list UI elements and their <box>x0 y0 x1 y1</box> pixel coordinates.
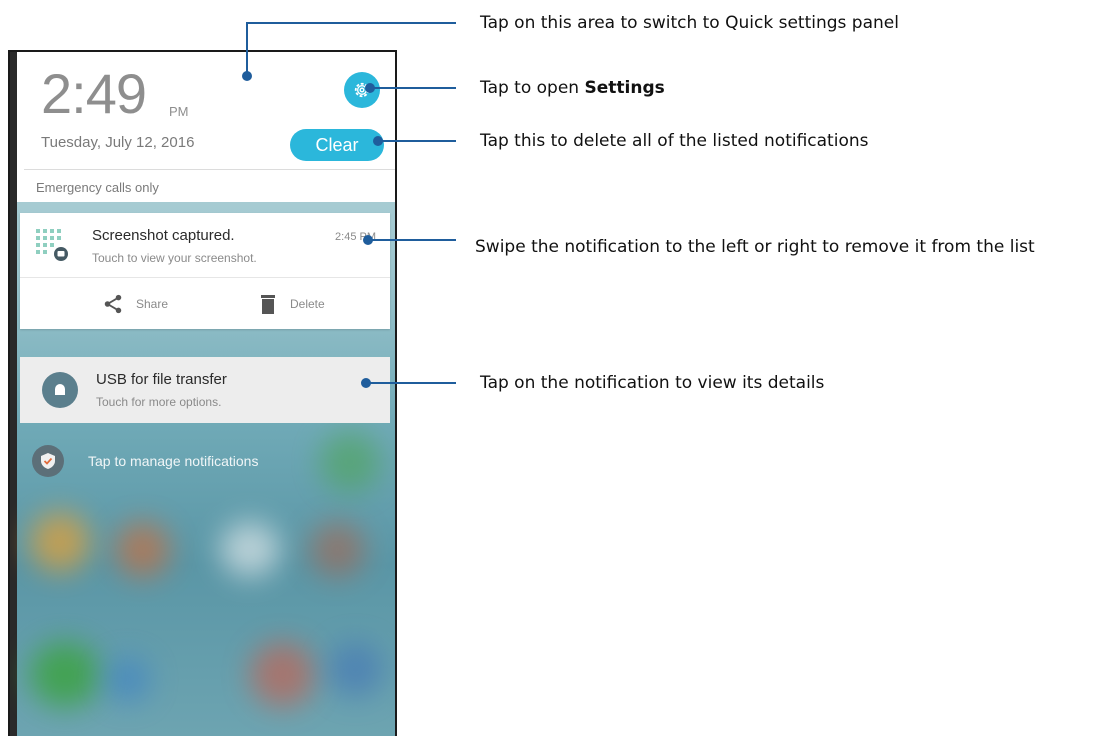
emergency-calls-label: Emergency calls only <box>24 169 395 202</box>
notification-title: USB for file transfer <box>96 371 227 388</box>
screenshot-thumbnail-icon <box>36 229 68 261</box>
usb-notification[interactable]: USB for file transfer Touch for more opt… <box>20 357 390 423</box>
phone-screen: 2:49 PM Tuesday, July 12, 2016 Clear Eme… <box>8 50 397 736</box>
callout-line <box>370 87 456 89</box>
delete-button[interactable]: Delete <box>258 289 325 319</box>
callout-dot <box>242 71 252 81</box>
share-label: Share <box>136 297 169 311</box>
blurred-app-icon <box>105 657 150 702</box>
clock-ampm: PM <box>169 104 189 119</box>
callout-dot <box>373 136 383 146</box>
divider <box>20 277 390 278</box>
clear-button[interactable]: Clear <box>290 129 384 161</box>
blurred-app-icon <box>115 522 170 577</box>
callout-dot <box>365 83 375 93</box>
blurred-app-icon <box>320 432 380 492</box>
blurred-app-icon <box>30 512 90 572</box>
callout-details: Tap on the notification to view its deta… <box>480 373 825 393</box>
callout-line <box>368 239 456 241</box>
callout-settings: Tap to open Settings <box>480 76 665 100</box>
blurred-app-icon <box>220 522 280 577</box>
blurred-app-icon <box>250 642 315 707</box>
blurred-app-icon <box>30 642 100 707</box>
share-icon <box>104 294 122 314</box>
callout-line <box>246 23 248 76</box>
settings-button[interactable] <box>344 72 380 108</box>
callout-line <box>378 140 456 142</box>
blurred-app-icon <box>310 522 365 577</box>
clock-time: 2:49 <box>41 62 147 125</box>
notification-subtitle: Touch to view your screenshot. <box>92 251 257 265</box>
notification-subtitle: Touch for more options. <box>96 395 222 409</box>
delete-label: Delete <box>290 297 325 311</box>
notification-header[interactable]: 2:49 PM Tuesday, July 12, 2016 Clear Eme… <box>17 52 395 202</box>
manage-notifications-label: Tap to manage notifications <box>88 453 259 469</box>
trash-icon <box>261 295 275 314</box>
manage-notifications[interactable]: Tap to manage notifications <box>32 445 258 477</box>
shield-icon <box>32 445 64 477</box>
callout-dot <box>363 235 373 245</box>
callout-quick-settings: Tap on this area to switch to Quick sett… <box>480 13 899 33</box>
callout-line <box>366 382 456 384</box>
blurred-app-icon <box>328 642 383 697</box>
notification-title: Screenshot captured. <box>92 227 235 244</box>
android-icon <box>42 372 78 408</box>
screenshot-notification[interactable]: Screenshot captured. Touch to view your … <box>20 213 390 329</box>
callout-swipe: Swipe the notification to the left or ri… <box>475 237 1035 257</box>
callout-settings-text: Tap to open <box>480 78 585 98</box>
date-label: Tuesday, July 12, 2016 <box>41 134 195 151</box>
callout-dot <box>361 378 371 388</box>
callout-settings-bold: Settings <box>584 78 665 98</box>
callout-line <box>246 22 456 24</box>
share-button[interactable]: Share <box>102 289 168 319</box>
callout-clear: Tap this to delete all of the listed not… <box>480 131 869 151</box>
